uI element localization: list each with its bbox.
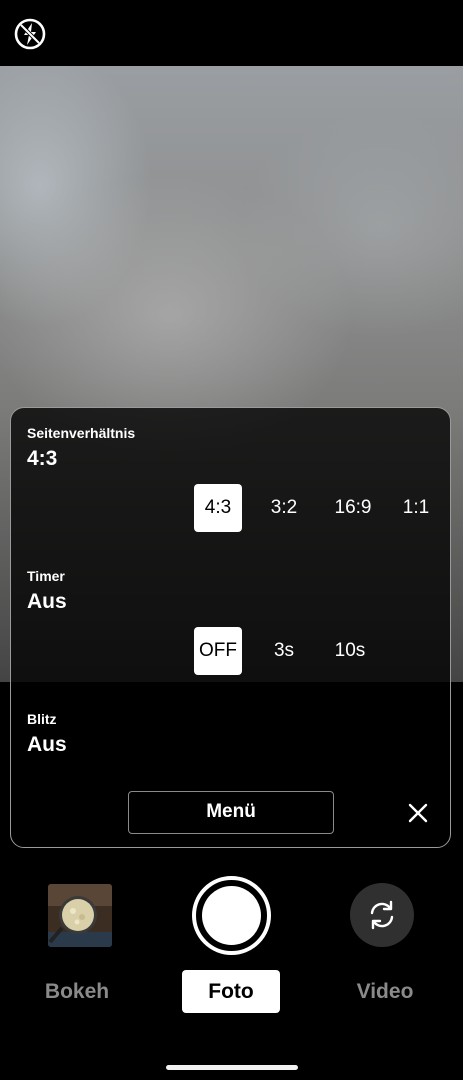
aspect-ratio-label: Seitenverhältnis <box>27 425 136 441</box>
aspect-option-1-1[interactable]: 1:1 <box>392 484 440 532</box>
aspect-option-16-9[interactable]: 16:9 <box>327 484 379 532</box>
timer-option-10s[interactable]: 10s <box>326 627 374 675</box>
home-indicator[interactable] <box>166 1065 298 1070</box>
aspect-option-4-3[interactable]: 4:3 <box>194 484 242 532</box>
timer-label: Timer <box>27 568 65 584</box>
mode-video[interactable]: Video <box>345 970 425 1013</box>
mode-bokeh[interactable]: Bokeh <box>37 970 117 1013</box>
flash-value[interactable]: Aus <box>27 733 67 757</box>
timer-option-3s[interactable]: 3s <box>260 627 308 675</box>
flash-off-icon[interactable] <box>12 16 48 52</box>
menu-button[interactable]: Menü <box>128 791 334 834</box>
timer-value: Aus <box>27 590 67 613</box>
switch-camera-icon <box>370 900 394 930</box>
close-icon[interactable] <box>403 798 433 828</box>
timer-option-off[interactable]: OFF <box>194 627 242 675</box>
aspect-option-3-2[interactable]: 3:2 <box>260 484 308 532</box>
top-bar <box>0 0 463 66</box>
shutter-inner <box>202 886 261 945</box>
switch-camera-button[interactable] <box>350 883 414 947</box>
aspect-ratio-value: 4:3 <box>27 447 58 470</box>
shutter-button[interactable] <box>192 876 271 955</box>
gallery-thumbnail[interactable] <box>48 884 112 947</box>
mode-foto[interactable]: Foto <box>182 970 280 1013</box>
gallery-thumbnail-image <box>48 884 112 947</box>
quick-settings-panel: Seitenverhältnis 4:3 4:3 3:2 16:9 1:1 Ti… <box>10 407 451 848</box>
flash-label: Blitz <box>27 711 57 727</box>
